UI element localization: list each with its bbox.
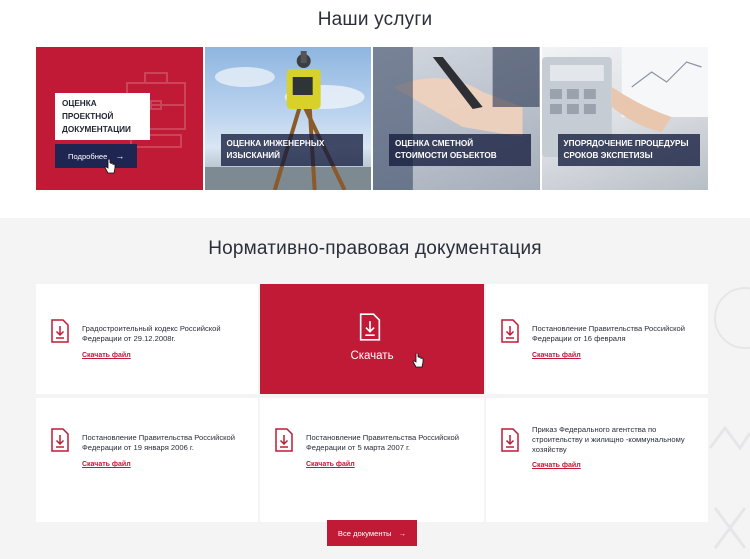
doc-title: Постановление Правительства Российской Ф… — [82, 433, 235, 452]
docs-grid: Градостроительный кодекс Российской Феде… — [36, 284, 708, 522]
service-card-estimate[interactable]: Оценка сметной стоимости объектов — [373, 47, 540, 190]
doc-card[interactable]: Постановление Правительства Российской Ф… — [486, 284, 708, 394]
service-card-surveys[interactable]: Оценка инженерных изысканий — [204, 47, 371, 190]
theodolite-photo — [204, 51, 371, 190]
document-download-icon — [51, 428, 69, 452]
document-download-icon — [51, 319, 69, 343]
all-documents-label: Все документы — [337, 528, 392, 538]
hand-cursor-icon — [104, 159, 116, 174]
hand-cursor-icon — [412, 353, 424, 368]
arrow-right-icon: → — [115, 151, 125, 161]
service-card-label: Оценка проектной документации — [55, 93, 150, 140]
more-button-label: Подробнее — [68, 151, 108, 161]
all-documents-button[interactable]: Все документы → — [327, 520, 417, 546]
doc-card[interactable]: Постановление Правительства Российской Ф… — [260, 398, 484, 522]
doc-card[interactable]: Постановление Правительства Российской Ф… — [36, 398, 258, 522]
doc-title: Постановление Правительства Российской Ф… — [532, 324, 685, 343]
services-section: Наши услуги Оценка проектной документаци… — [0, 0, 750, 218]
document-download-icon — [501, 319, 519, 343]
service-card-label: Оценка инженерных изысканий — [220, 134, 363, 166]
doc-card-active[interactable]: Скачать — [260, 284, 484, 394]
arrow-right-icon: → — [398, 528, 407, 538]
calculator-photo — [541, 47, 708, 157]
document-download-icon — [501, 428, 519, 452]
service-card-procedure[interactable]: Упорядочение процедуры сроков экспетизы — [541, 47, 708, 190]
download-link[interactable]: Скачать файл — [532, 462, 581, 469]
doc-title: Приказ Федерального агентства по строите… — [532, 425, 685, 454]
services-title: Наши услуги — [317, 9, 433, 30]
download-button-label[interactable]: Скачать — [260, 350, 484, 362]
service-card-label: Оценка сметной стоимости объектов — [389, 134, 531, 166]
services-cards: Оценка проектной документации Подробнее … — [36, 47, 708, 190]
service-card-project-docs[interactable]: Оценка проектной документации Подробнее … — [36, 47, 203, 190]
doc-card[interactable]: Градостроительный кодекс Российской Феде… — [36, 284, 258, 394]
service-card-label: Упорядочение процедуры сроков экспетизы — [557, 134, 700, 166]
document-download-icon — [275, 428, 293, 452]
doc-title: Градостроительный кодекс Российской Феде… — [82, 324, 221, 343]
document-download-icon — [359, 313, 381, 341]
download-link[interactable]: Скачать файл — [306, 461, 355, 468]
download-link[interactable]: Скачать файл — [532, 352, 581, 359]
more-button[interactable]: Подробнее → — [55, 144, 137, 168]
docs-title: Нормативно-правовая документация — [208, 238, 542, 259]
doc-card[interactable]: Приказ Федерального агентства по строите… — [486, 398, 708, 522]
download-link[interactable]: Скачать файл — [82, 352, 131, 359]
download-link[interactable]: Скачать файл — [82, 461, 131, 468]
decorative-emblem — [708, 287, 750, 549]
doc-title: Постановление Правительства Российской Ф… — [306, 433, 459, 452]
handshake-photo — [373, 47, 540, 190]
docs-section: Нормативно-правовая документация Градост… — [0, 218, 750, 559]
